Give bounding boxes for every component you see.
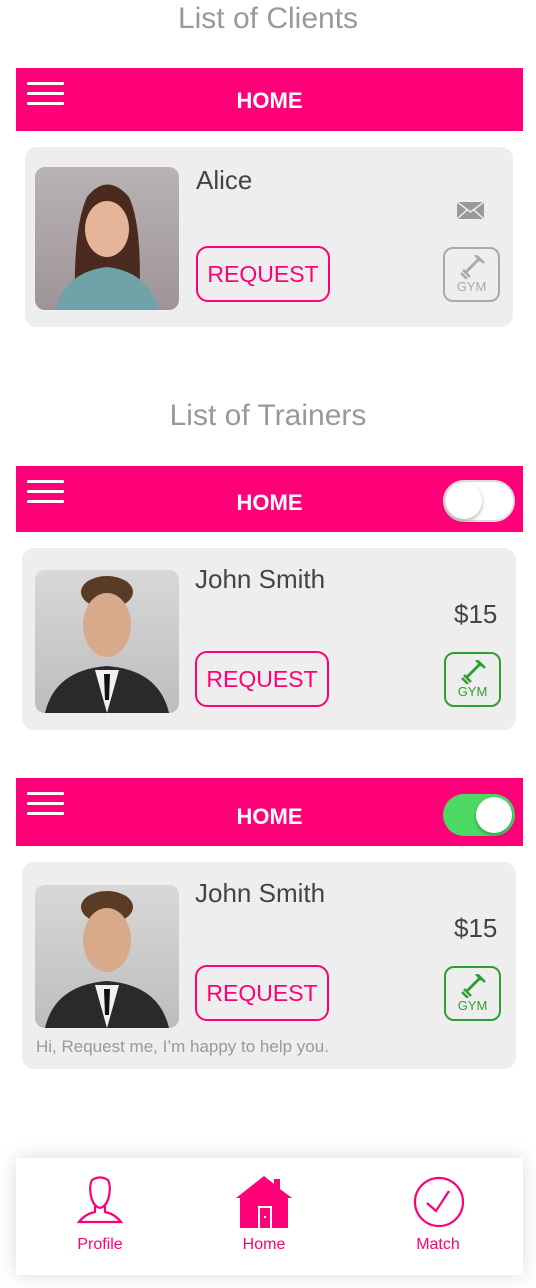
trainer-name: John Smith	[195, 878, 326, 908]
bottom-tab-bar: Profile Home Match	[16, 1158, 523, 1275]
mail-icon[interactable]	[457, 202, 484, 219]
gym-label: GYM	[456, 279, 487, 294]
dumbbell-icon	[460, 660, 486, 684]
trainers-section-title: List of Trainers	[169, 399, 367, 432]
tab-profile[interactable]: Profile	[40, 1158, 160, 1275]
user-icon	[76, 1176, 124, 1224]
gym-label: GYM	[457, 684, 488, 699]
tab-label: Profile	[77, 1236, 123, 1253]
home-icon	[236, 1176, 292, 1228]
trainer-name: John Smith	[195, 564, 326, 594]
gym-badge[interactable]: GYM	[444, 966, 501, 1021]
trainer-card: John Smith $15 REQUEST GYM	[22, 548, 516, 730]
trainer-price: $15	[454, 599, 498, 629]
trainer-card: John Smith $15 REQUEST GYM Hi, Request m…	[22, 862, 516, 1069]
request-button[interactable]: REQUEST	[196, 246, 330, 302]
trainer-message: Hi, Request me, I’m happy to help you.	[36, 1037, 329, 1056]
request-button[interactable]: REQUEST	[195, 651, 329, 707]
header-bar: HOME	[16, 68, 523, 131]
clients-section-title: List of Clients	[177, 2, 359, 35]
request-button[interactable]: REQUEST	[195, 965, 329, 1021]
client-card: Alice REQUEST GYM	[25, 147, 513, 327]
tab-home[interactable]: Home	[204, 1158, 324, 1275]
header-bar: HOME	[16, 778, 523, 846]
tab-match[interactable]: Match	[378, 1158, 498, 1275]
gym-badge[interactable]: GYM	[444, 652, 501, 707]
check-circle-icon	[413, 1176, 465, 1228]
header-title: HOME	[236, 88, 303, 113]
tab-label: Home	[242, 1236, 286, 1253]
header-bar: HOME	[16, 466, 523, 532]
client-name: Alice	[196, 165, 253, 195]
gym-badge[interactable]: GYM	[443, 247, 500, 302]
trainer-price: $15	[454, 913, 498, 943]
trainer-avatar	[35, 570, 179, 713]
dumbbell-icon	[460, 974, 486, 998]
client-avatar	[35, 167, 179, 310]
dumbbell-icon	[459, 255, 485, 279]
availability-toggle-off[interactable]	[443, 480, 515, 522]
availability-toggle-on[interactable]	[443, 794, 515, 836]
gym-label: GYM	[457, 998, 488, 1013]
tab-label: Match	[416, 1236, 460, 1253]
trainer-avatar	[35, 885, 179, 1028]
